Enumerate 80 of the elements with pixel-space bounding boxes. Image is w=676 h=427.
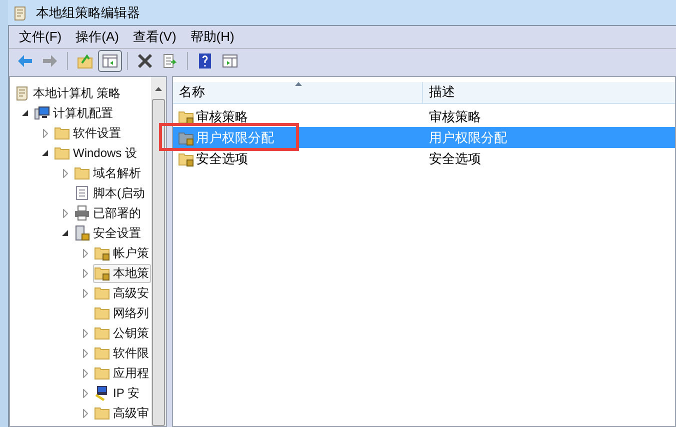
tree-item[interactable]: 帐户策 (93, 244, 151, 262)
collapsed-arrow-icon[interactable] (83, 328, 88, 338)
tree-item[interactable]: 域名解析 (73, 164, 143, 182)
server-lock-icon (74, 225, 90, 241)
tree-item[interactable]: 安全设置 (73, 224, 143, 242)
collapsed-arrow-icon[interactable] (83, 268, 88, 278)
delete-x-icon (137, 53, 153, 69)
export-list-icon (162, 53, 178, 69)
tree-item[interactable]: 高级安 (93, 284, 151, 302)
list-row[interactable]: 安全选项 安全选项 (173, 148, 675, 169)
scrollbar-thumb[interactable] (152, 99, 165, 426)
locked-folder-icon (178, 150, 194, 166)
folder-up-icon (77, 53, 93, 69)
locked-folder-icon (94, 265, 110, 281)
collapsed-arrow-icon[interactable] (63, 208, 68, 218)
action-pane-icon (222, 53, 238, 69)
computer-icon (34, 105, 50, 121)
scroll-icon (14, 85, 30, 101)
collapsed-arrow-icon[interactable] (83, 368, 88, 378)
table-cell-text: 用户权限分配 (196, 128, 274, 147)
tree-item[interactable]: 公钥策 (93, 324, 151, 342)
table-cell-text: 审核策略 (196, 108, 248, 126)
back-arrow-icon (17, 53, 33, 69)
scroll-icon (12, 4, 28, 20)
menu-item[interactable]: 查看(V) (132, 27, 176, 47)
expanded-arrow-icon[interactable] (22, 110, 29, 116)
collapsed-arrow-icon[interactable] (43, 128, 48, 138)
locked-folder-icon (178, 130, 194, 146)
window-title: 本地组策略编辑器 (36, 4, 140, 22)
tree-item[interactable]: 软件限 (93, 344, 151, 362)
tree-item[interactable]: 高级审 (93, 404, 151, 422)
printer-icon (74, 205, 90, 221)
table-cell-text: 安全选项 (196, 150, 248, 168)
folder-icon (94, 405, 110, 421)
list-row[interactable]: 审核策略 审核策略 (173, 106, 675, 127)
tree-item[interactable]: 脚本(启动 (73, 184, 147, 202)
table-cell-text: 审核策略 (428, 108, 481, 126)
menu-item[interactable]: 帮助(H) (190, 27, 234, 47)
forward-arrow-icon (42, 53, 58, 69)
folder-icon (54, 125, 70, 141)
collapsed-arrow-icon[interactable] (83, 388, 88, 398)
tree-pane-icon (102, 53, 118, 69)
folder-icon (94, 345, 110, 361)
tree-item[interactable]: 本地计算机 策略 (13, 84, 122, 102)
tree-item[interactable]: 本地策 (93, 264, 151, 282)
menu-item[interactable]: 文件(F) (19, 27, 62, 47)
scroll-up-icon[interactable] (155, 87, 162, 91)
menu-item[interactable]: 操作(A) (76, 27, 119, 47)
tree-pane-button[interactable] (98, 50, 122, 72)
folder-icon (54, 145, 70, 161)
document-icon (74, 185, 90, 201)
collapsed-arrow-icon[interactable] (83, 288, 88, 298)
tree-item[interactable]: 计算机配置 (33, 104, 115, 122)
expanded-arrow-icon[interactable] (42, 150, 49, 156)
collapsed-arrow-icon[interactable] (83, 348, 88, 358)
help-icon (197, 53, 213, 69)
table-cell-text: 用户权限分配 (428, 128, 507, 147)
collapsed-arrow-icon[interactable] (63, 168, 68, 178)
tree-item[interactable]: 网络列 (93, 304, 151, 322)
tree-item[interactable]: 软件设置 (53, 124, 123, 142)
folder-icon (94, 305, 110, 321)
collapsed-arrow-icon[interactable] (83, 248, 88, 258)
folder-icon (94, 285, 110, 301)
vertical-scrollbar[interactable] (151, 77, 166, 426)
tree-item[interactable]: 已部署的 (73, 204, 143, 222)
computer-key-icon (94, 385, 110, 401)
collapsed-arrow-icon[interactable] (83, 408, 88, 418)
locked-folder-icon (94, 245, 110, 261)
table-cell-text: 安全选项 (428, 150, 481, 168)
locked-folder-icon (178, 108, 194, 124)
folder-icon (74, 165, 90, 181)
tree-item[interactable]: Windows 设 (53, 144, 140, 162)
column-header[interactable]: 名称 (173, 82, 423, 103)
tree-item[interactable]: 应用程 (93, 364, 151, 382)
sort-arrow-icon (295, 82, 302, 86)
expanded-arrow-icon[interactable] (62, 230, 69, 236)
tree-item[interactable]: IP 安 (93, 384, 142, 402)
folder-icon (94, 325, 110, 341)
folder-icon (94, 365, 110, 381)
column-header[interactable]: 描述 (423, 82, 675, 103)
